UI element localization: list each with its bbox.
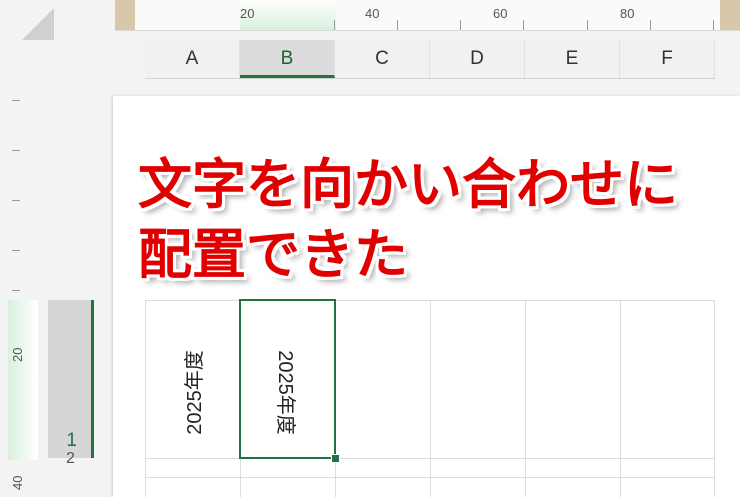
ruler-label: 20 bbox=[10, 347, 25, 362]
ruler-tick bbox=[397, 20, 398, 30]
ruler-tick bbox=[334, 20, 335, 30]
gridline bbox=[430, 300, 431, 497]
select-all-corner[interactable] bbox=[22, 8, 54, 40]
cell-a1[interactable]: 2025年度 bbox=[178, 346, 207, 439]
ruler-tick bbox=[12, 250, 20, 251]
column-header-b[interactable]: B bbox=[240, 40, 335, 78]
gridline bbox=[714, 300, 715, 497]
row-number: 1 bbox=[66, 430, 77, 451]
column-headers: A B C D E F bbox=[145, 40, 715, 79]
row-header-1[interactable]: 1 bbox=[48, 300, 94, 458]
ruler-tick bbox=[12, 150, 20, 151]
ruler-label: 60 bbox=[493, 6, 508, 21]
ruler-tick bbox=[523, 20, 524, 30]
gridline bbox=[145, 300, 146, 497]
column-header-f[interactable]: F bbox=[620, 40, 715, 78]
row-header-2[interactable]: 2 bbox=[48, 450, 94, 478]
ruler-tick bbox=[12, 290, 20, 291]
ruler-label: 40 bbox=[10, 475, 25, 490]
horizontal-ruler: 20 40 60 80 bbox=[115, 0, 740, 31]
ruler-tick bbox=[12, 200, 20, 201]
column-header-c[interactable]: C bbox=[335, 40, 430, 78]
ruler-tick bbox=[12, 100, 20, 101]
ruler-margin-right bbox=[720, 0, 740, 30]
row-number: 2 bbox=[66, 450, 75, 467]
ruler-label: 80 bbox=[620, 6, 635, 21]
ruler-tick bbox=[460, 20, 461, 30]
annotation-title-line-1: 文字を向かい合わせに bbox=[138, 155, 678, 215]
annotation-title-line-2: 配置できた bbox=[138, 225, 408, 285]
gridline bbox=[525, 300, 526, 497]
column-header-d[interactable]: D bbox=[430, 40, 525, 78]
column-header-a[interactable]: A bbox=[145, 40, 240, 78]
ruler-tick bbox=[587, 20, 588, 30]
cell-grid bbox=[145, 300, 715, 497]
ruler-label: 40 bbox=[365, 6, 380, 21]
ruler-margin-left bbox=[115, 0, 135, 30]
vertical-ruler-highlight bbox=[8, 300, 38, 460]
ruler-tick bbox=[650, 20, 651, 30]
active-cell-border[interactable] bbox=[239, 299, 336, 459]
fill-handle[interactable] bbox=[331, 454, 340, 463]
ruler-label: 20 bbox=[240, 6, 255, 21]
column-header-e[interactable]: E bbox=[525, 40, 620, 78]
gridline bbox=[620, 300, 621, 497]
ruler-tick bbox=[713, 20, 714, 30]
